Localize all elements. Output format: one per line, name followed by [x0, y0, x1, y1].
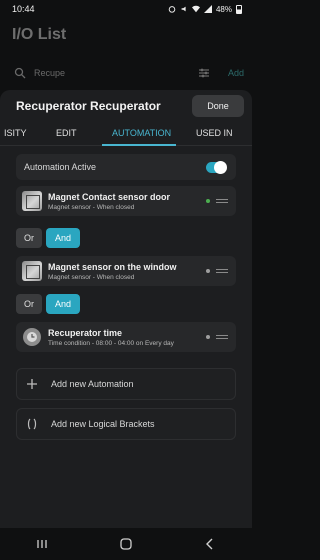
add-brackets-button[interactable]: Add new Logical Brackets [16, 408, 236, 440]
drag-handle-icon[interactable] [216, 333, 228, 341]
active-tab-indicator [102, 144, 176, 146]
condition-subtitle: Magnet sensor - When closed [48, 203, 135, 211]
alarm-icon [168, 6, 176, 13]
add-automation-label: Add new Automation [51, 379, 134, 389]
wifi-icon [191, 5, 200, 13]
signal-icon [203, 5, 212, 13]
tab-intensity[interactable]: ISITY [4, 128, 27, 138]
drag-handle-icon[interactable] [216, 197, 228, 205]
mute-icon [181, 6, 186, 12]
add-brackets-label: Add new Logical Brackets [51, 419, 155, 429]
done-button[interactable]: Done [192, 95, 244, 117]
condition-card[interactable]: Recuperator time Time condition - 08:00 … [16, 322, 236, 352]
sheet-header: Recuperator Recuperator Done [0, 90, 252, 122]
tab-bar: ISITY EDIT AUTOMATION USED IN [0, 124, 252, 146]
condition-text: Magnet Contact sensor door Magnet sensor… [48, 192, 206, 211]
logic-operator-row: Or And [16, 294, 80, 314]
drag-handle-icon[interactable] [216, 267, 228, 275]
and-button[interactable]: And [46, 294, 80, 314]
tab-used-in[interactable]: USED IN [196, 128, 233, 138]
home-icon[interactable] [116, 534, 136, 554]
status-dot [206, 335, 210, 339]
condition-text: Recuperator time Time condition - 08:00 … [48, 328, 206, 347]
magnet-sensor-thumbnail [22, 261, 42, 281]
sheet-title: Recuperator Recuperator [16, 99, 161, 113]
back-icon[interactable] [200, 534, 220, 554]
add-automation-button[interactable]: Add new Automation [16, 368, 236, 400]
or-button[interactable]: Or [16, 294, 42, 314]
status-time: 10:44 [12, 4, 35, 14]
plus-icon [25, 377, 39, 391]
status-icons: 48% [168, 4, 242, 14]
and-button[interactable]: And [46, 228, 80, 248]
page-title: I/O List [12, 26, 67, 43]
device-sheet: Recuperator Recuperator Done ISITY EDIT … [0, 90, 252, 528]
status-dot [206, 269, 210, 273]
condition-title: Recuperator time [48, 327, 123, 338]
condition-text: Magnet sensor on the window Magnet senso… [48, 262, 206, 281]
battery-percent: 48% [215, 4, 232, 14]
condition-subtitle: Time condition - 08:00 - 04:00 on Every … [48, 339, 174, 347]
condition-card[interactable]: Magnet Contact sensor door Magnet sensor… [16, 186, 236, 216]
condition-card[interactable]: Magnet sensor on the window Magnet senso… [16, 256, 236, 286]
system-nav-bar [0, 528, 252, 560]
automation-active-row: Automation Active [16, 154, 236, 180]
tab-edit[interactable]: EDIT [56, 128, 77, 138]
or-button[interactable]: Or [16, 228, 42, 248]
recents-icon[interactable] [32, 534, 52, 554]
battery-icon [236, 4, 242, 14]
search-input[interactable]: Recupe [34, 68, 198, 78]
add-button[interactable]: Add [228, 68, 244, 78]
brackets-icon [25, 417, 39, 431]
condition-title: Magnet Contact sensor door [48, 191, 171, 202]
tab-automation[interactable]: AUTOMATION [112, 128, 171, 138]
automation-active-toggle[interactable] [206, 160, 227, 174]
filter-icon[interactable] [198, 67, 210, 79]
status-dot [206, 199, 210, 203]
clock-icon [23, 328, 41, 346]
magnet-sensor-thumbnail [22, 191, 42, 211]
logic-operator-row: Or And [16, 228, 80, 248]
condition-title: Magnet sensor on the window [48, 261, 177, 272]
condition-subtitle: Magnet sensor - When closed [48, 273, 135, 281]
search-row: Recupe Add [14, 62, 244, 84]
automation-active-label: Automation Active [24, 162, 97, 172]
search-icon[interactable] [14, 67, 26, 79]
status-bar: 10:44 48% [0, 0, 252, 18]
